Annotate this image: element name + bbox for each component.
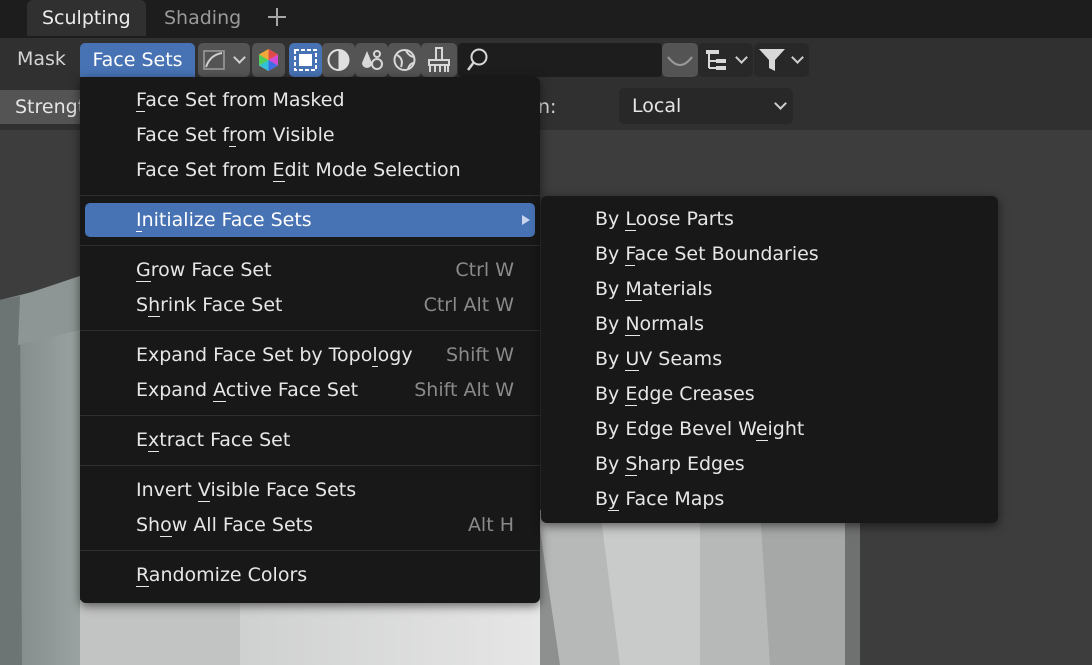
submenu-item-by-loose-parts[interactable]: By Loose Parts [546, 202, 993, 236]
world-icon [393, 49, 416, 71]
tab-sculpting[interactable]: Sculpting [27, 0, 146, 36]
menu-item-extract-face-set[interactable]: Extract Face Set [85, 423, 535, 457]
color-attribute-icon [259, 49, 278, 71]
strength-field[interactable]: Strengt [0, 90, 90, 124]
submenu-item-by-uv-seams[interactable]: By UV Seams [546, 342, 993, 376]
chevron-down-icon [735, 51, 748, 64]
face-sets-menu: Face Set from Masked Face Set from Visibl… [80, 77, 540, 603]
curve-icon [203, 50, 225, 70]
hierarchy-dropdown[interactable] [698, 43, 753, 77]
filter-dropdown[interactable] [754, 43, 809, 77]
submenu-item-by-normals[interactable]: By Normals [546, 307, 993, 341]
menu-item-shortcut: Shift W [445, 344, 514, 366]
world-button[interactable] [388, 43, 421, 77]
tab-shading[interactable]: Shading [149, 0, 256, 36]
search-icon [467, 48, 488, 71]
menu-separator [80, 550, 540, 551]
menu-item-grow-face-set[interactable]: Grow Face Set Ctrl W [85, 253, 535, 287]
menu-item-expand-active-face-set[interactable]: Expand Active Face Set Shift Alt W [85, 373, 535, 407]
viewport-shading-icon [327, 49, 350, 71]
search-input[interactable] [458, 43, 662, 77]
orientation-value: Local [632, 95, 682, 117]
chevron-down-icon [774, 97, 787, 110]
menu-item-label: By Edge Creases [595, 383, 755, 406]
menu-separator [80, 330, 540, 331]
orientation-label: n: [538, 96, 557, 118]
menu-item-face-set-from-visible[interactable]: Face Set from Visible [85, 118, 535, 152]
menu-item-label: By Edge Bevel Weight [595, 418, 805, 441]
menu-separator [80, 465, 540, 466]
initialize-face-sets-submenu: By Loose Parts By Face Set Boundaries By M… [541, 196, 998, 523]
paint-brush-icon [428, 47, 450, 72]
submenu-item-by-face-set-boundaries[interactable]: By Face Set Boundaries [546, 237, 993, 271]
menu-item-label: Invert Visible Face Sets [136, 479, 357, 502]
menu-item-show-all-face-sets[interactable]: Show All Face Sets Alt H [85, 508, 535, 542]
proportional-falloff-button[interactable] [662, 43, 698, 77]
menu-separator [80, 195, 540, 196]
face-sets-menu-button[interactable]: Face Sets [80, 43, 195, 77]
menu-item-label: Expand Active Face Set [136, 379, 359, 402]
color-attribute-button[interactable] [252, 43, 285, 77]
menu-item-label: By Face Maps [595, 488, 725, 511]
menu-item-label: Face Set from Visible [136, 124, 335, 147]
menu-item-expand-face-set-by-topology[interactable]: Expand Face Set by Topology Shift W [85, 338, 535, 372]
menu-item-label: Shrink Face Set [136, 294, 283, 317]
submenu-item-by-face-maps[interactable]: By Face Maps [546, 482, 993, 516]
paint-brush-button[interactable] [421, 43, 457, 77]
menu-item-label: Extract Face Set [136, 429, 291, 452]
menu-item-label: Randomize Colors [136, 564, 308, 587]
hierarchy-icon [706, 50, 726, 70]
filter-icon [759, 49, 785, 71]
menu-item-label: Show All Face Sets [136, 514, 314, 537]
menu-item-label: By Loose Parts [595, 208, 734, 231]
menu-item-label: By Materials [595, 278, 713, 301]
menu-item-shortcut: Alt H [467, 514, 514, 536]
viewport-shading-button[interactable] [322, 43, 355, 77]
menu-item-label: By UV Seams [595, 348, 723, 371]
plus-icon[interactable] [264, 4, 290, 30]
submenu-item-by-edge-bevel-weight[interactable]: By Edge Bevel Weight [546, 412, 993, 446]
menu-item-invert-visible-face-sets[interactable]: Invert Visible Face Sets [85, 473, 535, 507]
proportional-falloff-icon [667, 56, 693, 66]
overlay-button[interactable] [355, 43, 388, 77]
mask-menu[interactable]: Mask [17, 42, 66, 76]
menu-item-label: By Sharp Edges [595, 453, 745, 476]
menu-separator [80, 245, 540, 246]
menu-separator [80, 415, 540, 416]
submenu-item-by-sharp-edges[interactable]: By Sharp Edges [546, 447, 993, 481]
submenu-item-by-materials[interactable]: By Materials [546, 272, 993, 306]
menu-item-shortcut: Ctrl W [455, 259, 514, 281]
menu-item-label: Face Set from Masked [136, 89, 345, 112]
submenu-arrow-icon [522, 215, 530, 225]
menu-item-randomize-colors[interactable]: Randomize Colors [85, 558, 535, 592]
menu-item-label: Expand Face Set by Topology [136, 344, 413, 367]
chevron-down-icon [233, 51, 246, 64]
menu-item-shortcut: Shift Alt W [414, 379, 514, 401]
orientation-select[interactable]: Local [619, 88, 793, 124]
menu-item-face-set-from-edit-mode-selection[interactable]: Face Set from Edit Mode Selection [85, 153, 535, 187]
menu-item-face-set-from-masked[interactable]: Face Set from Masked [85, 83, 535, 117]
menu-item-label: Grow Face Set [136, 259, 272, 282]
submenu-item-by-edge-creases[interactable]: By Edge Creases [546, 377, 993, 411]
menu-item-shortcut: Ctrl Alt W [423, 294, 514, 316]
selection-mode-icon [294, 49, 317, 71]
menu-item-shrink-face-set[interactable]: Shrink Face Set Ctrl Alt W [85, 288, 535, 322]
menu-item-initialize-face-sets[interactable]: Initialize Face Sets [85, 203, 535, 237]
menu-item-label: Face Set from Edit Mode Selection [136, 159, 461, 182]
selection-mode-button[interactable] [289, 43, 322, 77]
chevron-down-icon [791, 51, 804, 64]
menu-item-label: By Normals [595, 313, 704, 336]
viewport-header: Mask Face Sets [0, 38, 1092, 82]
menu-item-label: By Face Set Boundaries [595, 243, 819, 266]
overlay-icon [362, 50, 383, 70]
workspace-tab-bar: Sculpting Shading [0, 0, 1092, 38]
menu-item-label: Initialize Face Sets [136, 209, 312, 232]
curve-dropdown[interactable] [198, 43, 250, 77]
